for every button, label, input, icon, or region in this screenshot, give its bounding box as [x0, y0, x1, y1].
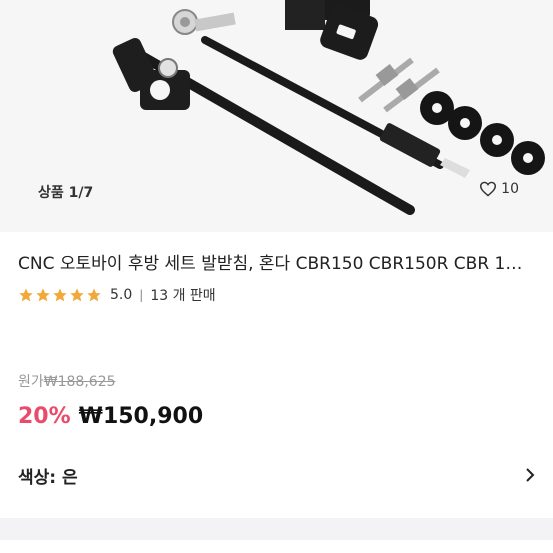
product-title: CNC 오토바이 후방 세트 발받침, 혼다 CBR150 CBR150R CB… [18, 254, 528, 274]
star-icon [36, 288, 50, 302]
star-icon [19, 288, 33, 302]
star-icon [70, 288, 84, 302]
divider: | [139, 288, 144, 302]
like-count: 10 [501, 181, 519, 197]
product-info: CNC 오토바이 후방 세트 발받침, 혼다 CBR150 CBR150R CB… [18, 250, 533, 305]
sales-count: 13 개 판매 [150, 288, 216, 304]
color-option-selector[interactable]: 색상: 은 [18, 460, 535, 490]
star-icon [87, 288, 101, 302]
heart-outline-icon [480, 181, 497, 197]
rating-value: 5.0 [110, 287, 133, 303]
color-option-label: 색상: 은 [18, 467, 78, 488]
original-price-amount: ₩188,625 [43, 374, 116, 390]
current-price: 20% ₩150,900 [18, 404, 203, 429]
rating-stars [18, 287, 102, 303]
rating-row[interactable]: 5.0 | 13 개 판매 [18, 285, 533, 305]
original-price-label: 원가 [18, 374, 44, 390]
star-icon [53, 288, 67, 302]
chevron-right-icon [526, 468, 535, 482]
section-divider [0, 518, 553, 540]
sale-price: ₩150,900 [78, 404, 204, 429]
image-counter: 상품 1/7 [38, 185, 94, 201]
discount-rate: 20% [18, 404, 71, 429]
original-price: 원가₩188,625 [18, 371, 116, 391]
product-image-gallery[interactable]: 상품 1/7 10 [0, 0, 553, 232]
like-button[interactable]: 10 [479, 181, 519, 197]
